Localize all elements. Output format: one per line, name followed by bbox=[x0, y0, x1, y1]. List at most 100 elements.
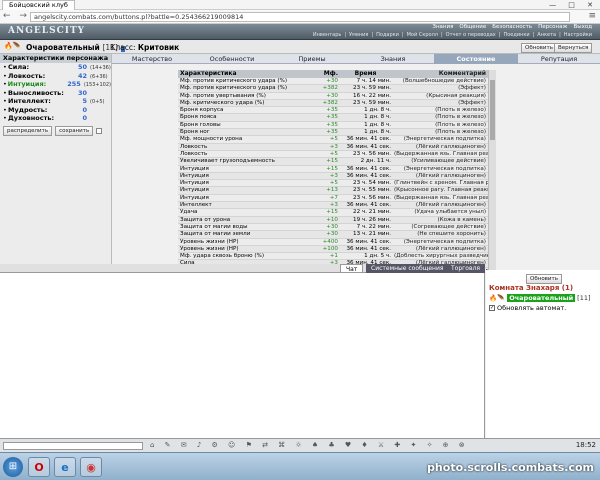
align-icon: 🔥🪶 bbox=[4, 42, 22, 50]
table-row: Интуиция +13 23 ч. 55 мин. (Крысонное рагу.… bbox=[178, 187, 488, 195]
stat-row: • Интеллект: 5 (0+5) bbox=[3, 97, 105, 105]
chat-input[interactable] bbox=[3, 442, 143, 450]
effect-name: Ловкость bbox=[180, 143, 208, 150]
effect-time: 23 ч. 56 мин. bbox=[353, 150, 391, 157]
effect-mf: +5 bbox=[329, 136, 338, 143]
effect-mf: +3 bbox=[329, 143, 338, 150]
effect-comment: (Энергетическая подпитка) bbox=[403, 136, 486, 143]
auto-refresh[interactable]: ✓ Обновлять автомат. bbox=[489, 304, 566, 312]
auto-refresh-checkbox[interactable]: ✓ bbox=[489, 305, 495, 311]
opera-icon[interactable]: O bbox=[28, 457, 50, 477]
stat-row: • Мудрость: 0 bbox=[0, 106, 111, 115]
tab-mastery[interactable]: Мастерство bbox=[112, 54, 192, 64]
stat-name: Интеллект: bbox=[8, 97, 51, 105]
top-nav-item[interactable]: Общение bbox=[459, 24, 486, 30]
toolbar-icons[interactable]: ⌂ ✎ ✉ ♪ ⚙ ☺ ⚑ ⇄ ⌘ ☼ ♠ ♣ ♥ ♦ ⚔ ✚ ✦ ✧ ⊕ ⊗ bbox=[150, 441, 469, 449]
effect-time: 1 дн. 5 ч. bbox=[364, 253, 391, 260]
stats-checkbox[interactable] bbox=[96, 127, 103, 134]
chat-area[interactable] bbox=[0, 273, 485, 438]
ie-icon[interactable]: e bbox=[54, 457, 76, 477]
distribute-button[interactable]: распределить bbox=[3, 125, 53, 136]
browser-tab[interactable]: Бойцовский клуб bbox=[2, 0, 75, 10]
class-label: Класс: bbox=[110, 43, 136, 52]
effect-comment: (Лёгкий галлюциноген) bbox=[415, 245, 486, 252]
effect-time: 2 дн. 11 ч. bbox=[360, 158, 391, 165]
effect-time: 23 ч. 59 мин. bbox=[353, 85, 391, 92]
sub-nav-item[interactable]: Анкета bbox=[537, 32, 556, 38]
sub-nav-item[interactable]: Мой Скролл bbox=[407, 32, 438, 38]
character-class: Класс: Критовик bbox=[110, 43, 179, 52]
url-input[interactable]: angelscity.combats.com/buttons.pl?battle… bbox=[30, 12, 570, 22]
sub-nav-item[interactable]: Подарки bbox=[376, 32, 399, 38]
tab-features[interactable]: Особенности bbox=[192, 54, 272, 64]
tab-system-messages[interactable]: Системные сообщения bbox=[366, 264, 449, 273]
table-row: Интуиция +5 23 ч. 54 мин. (Глинтвейн с хрен… bbox=[178, 180, 488, 188]
sub-nav-item[interactable]: Настройки bbox=[564, 32, 592, 38]
effect-name: Мф. против увертывания (%) bbox=[180, 92, 266, 99]
top-nav: Знания Общение Безопасность Персонаж Вых… bbox=[432, 24, 592, 30]
effect-time: 7 ч. 22 мин. bbox=[356, 223, 391, 230]
tab-knowledge[interactable]: Знания bbox=[352, 54, 434, 64]
effect-mf: +5 bbox=[329, 150, 338, 157]
address-bar: ← → ⟳ angelscity.combats.com/buttons.pl?… bbox=[0, 10, 600, 24]
auto-refresh-label: Обновлять автомат. bbox=[497, 304, 567, 312]
effect-name: Мф. мощности урона bbox=[180, 136, 243, 143]
header-mf: Мф. bbox=[323, 70, 338, 77]
start-button-icon[interactable]: ⊞ bbox=[3, 457, 23, 477]
sub-nav-item[interactable]: Инвентарь bbox=[313, 32, 341, 38]
effect-comment: (Энергетическая подпитка) bbox=[403, 238, 486, 245]
effect-time: 36 мин. 41 сек. bbox=[346, 143, 391, 150]
effect-mf: +3 bbox=[329, 202, 338, 209]
tab-reputation[interactable]: Репутация bbox=[518, 54, 600, 64]
table-row: Защита от магии воды +30 7 ч. 22 мин. (Согр… bbox=[178, 223, 488, 232]
top-nav-item[interactable]: Персонаж bbox=[538, 24, 567, 30]
effect-mf: +3 bbox=[329, 172, 338, 179]
effect-time: 36 мин. 41 сек. bbox=[346, 165, 391, 172]
effect-time: 36 мин. 41 сек. bbox=[346, 238, 391, 245]
menu-icon[interactable]: ≡ bbox=[588, 11, 596, 21]
effect-comment: (Лёгкий галлюциноген) bbox=[415, 172, 486, 179]
top-nav-item[interactable]: Знания bbox=[432, 24, 453, 30]
effect-comment: (Крысиная реакция) bbox=[426, 92, 486, 99]
table-scrollbar[interactable] bbox=[488, 70, 496, 270]
effect-comment: (Выдержанная язь. Главная реакция) bbox=[394, 150, 488, 157]
stat-bonus: (0+5) bbox=[90, 99, 105, 105]
effect-mf: +35 bbox=[326, 107, 338, 114]
table-row: Уровень жизни (HP) +400 36 мин. 41 сек. (Эн… bbox=[178, 238, 488, 246]
header-comment: Комментарий bbox=[438, 70, 486, 77]
chat-refresh-button[interactable]: Обновить bbox=[526, 274, 562, 284]
stat-name: Духовность: bbox=[8, 114, 55, 122]
stats-header: Характеристики персонажа bbox=[0, 54, 111, 63]
header-time: Время bbox=[354, 70, 377, 77]
refresh-button[interactable]: Обновить bbox=[521, 43, 557, 53]
scrollbar-thumb[interactable] bbox=[490, 80, 495, 140]
effect-mf: +15 bbox=[326, 158, 338, 165]
effect-mf: +35 bbox=[326, 114, 338, 121]
tab-techniques[interactable]: Приемы bbox=[272, 54, 352, 64]
table-row: Мф. мощности урона +5 36 мин. 41 сек. (Энер… bbox=[178, 136, 488, 144]
return-button[interactable]: Вернуться bbox=[554, 43, 593, 53]
table-row: Увеличивает грузоподъемность +15 2 дн. 11 … bbox=[178, 158, 488, 166]
chrome-icon[interactable]: ◉ bbox=[80, 457, 102, 477]
effect-name: Интуиция bbox=[180, 165, 209, 172]
tab-chat[interactable]: Чат bbox=[340, 264, 364, 273]
effect-mf: +30 bbox=[326, 223, 338, 230]
room-user-name[interactable]: Очаровательный bbox=[507, 294, 576, 302]
chat-tabs: Чат Системные сообщения Торговля bbox=[0, 264, 485, 273]
room-user[interactable]: 🔥🪶 Очаровательный [11] bbox=[489, 294, 591, 302]
effect-time: 23 ч. 59 мин. bbox=[353, 99, 391, 106]
window-controls[interactable]: — □ ✕ bbox=[549, 1, 598, 9]
effect-time: 19 ч. 26 мин. bbox=[353, 216, 391, 223]
save-button[interactable]: сохранить bbox=[55, 125, 94, 136]
top-nav-item[interactable]: Выход bbox=[573, 24, 592, 30]
tab-state[interactable]: Состояние bbox=[434, 54, 518, 64]
sub-nav-item[interactable]: Поединки bbox=[503, 32, 529, 38]
top-nav-item[interactable]: Безопасность bbox=[492, 24, 532, 30]
sub-nav-item[interactable]: Отчет о переводах bbox=[446, 32, 496, 38]
effects-table: Характеристика Мф. Время Комментарий Мф.… bbox=[178, 70, 488, 270]
effect-time: 36 мин. 41 сек. bbox=[346, 245, 391, 252]
effect-name: Удача bbox=[180, 209, 198, 216]
effect-mf: +1 bbox=[329, 253, 338, 260]
tab-trade[interactable]: Торговля bbox=[446, 264, 485, 273]
sub-nav-item[interactable]: Умения bbox=[349, 32, 368, 38]
